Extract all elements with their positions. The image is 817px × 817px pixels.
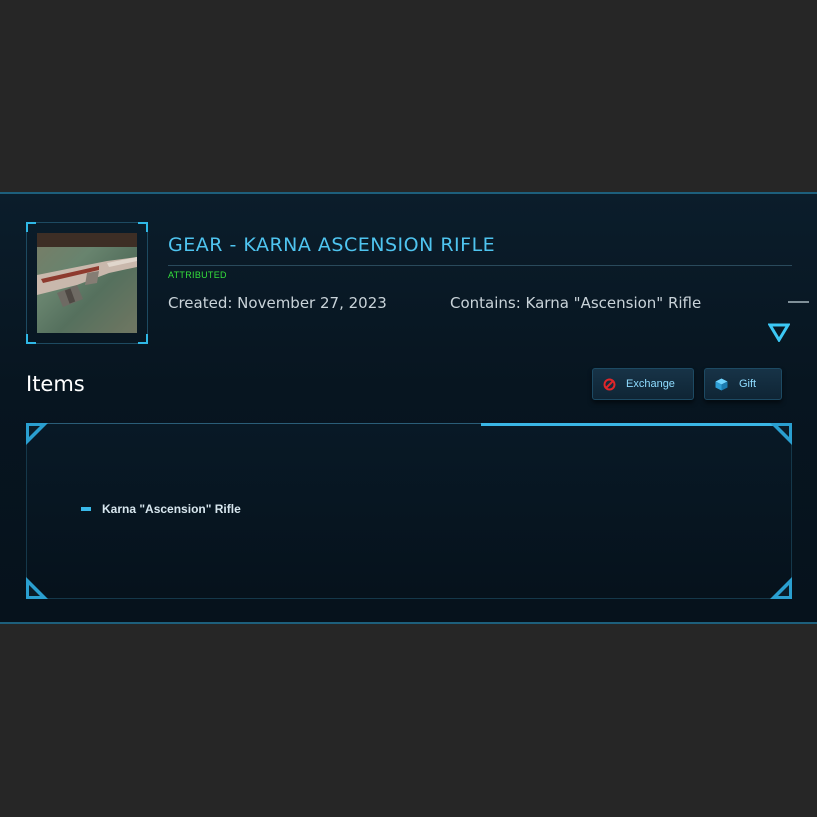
contains-summary: Contains: Karna "Ascension" Rifle <box>450 294 702 312</box>
created-date: Created: November 27, 2023 <box>168 294 387 312</box>
frame-corner <box>26 334 36 344</box>
status-badge: ATTRIBUTED <box>168 270 227 280</box>
gift-cube-icon <box>715 378 728 391</box>
bullet-marker <box>81 507 91 511</box>
pledge-title: GEAR - KARNA ASCENSION RIFLE <box>168 234 496 256</box>
title-divider <box>168 265 792 266</box>
items-list-box: Karna "Ascension" Rifle <box>26 423 792 599</box>
frame-corner <box>138 334 148 344</box>
gift-button[interactable]: Gift <box>704 368 782 400</box>
item-label: Karna "Ascension" Rifle <box>102 502 241 516</box>
items-box-top-rule <box>27 423 481 424</box>
pledge-thumbnail-frame <box>26 222 148 344</box>
rifle-thumbnail <box>37 233 137 333</box>
expand-chevron-icon[interactable] <box>767 322 791 343</box>
frame-corner <box>138 222 148 232</box>
exchange-button[interactable]: Exchange <box>592 368 694 400</box>
items-box-top-accent <box>481 423 791 426</box>
list-item: Karna "Ascension" Rifle <box>81 502 241 516</box>
frame-corner <box>26 222 36 232</box>
collapse-dash <box>788 301 809 303</box>
gift-button-label: Gift <box>739 378 757 390</box>
corner-bracket-icon <box>26 577 48 599</box>
exchange-button-label: Exchange <box>626 378 675 390</box>
pledge-panel: GEAR - KARNA ASCENSION RIFLE ATTRIBUTED … <box>0 192 817 624</box>
corner-bracket-icon <box>770 577 792 599</box>
corner-bracket-icon <box>26 423 48 445</box>
corner-bracket-icon <box>770 423 792 445</box>
items-heading: Items <box>26 372 85 396</box>
no-entry-icon <box>603 378 616 391</box>
